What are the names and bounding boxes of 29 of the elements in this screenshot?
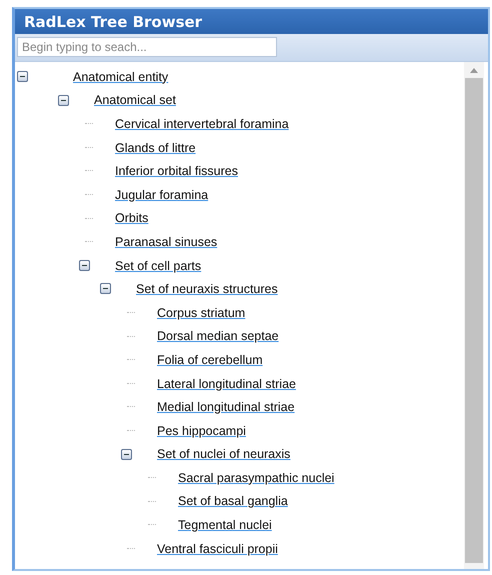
collapse-icon[interactable] bbox=[79, 260, 90, 271]
tree-node-link[interactable]: Anatomical set bbox=[94, 93, 176, 108]
tree-node-link[interactable]: Set of cell parts bbox=[115, 258, 202, 273]
tree-node-link[interactable]: Set of nuclei of neuraxis bbox=[157, 447, 290, 462]
tree-node-link[interactable]: Dorsal median septae bbox=[157, 329, 279, 344]
collapse-icon[interactable] bbox=[100, 283, 111, 294]
collapse-icon[interactable] bbox=[121, 448, 132, 460]
scroll-up-icon[interactable] bbox=[470, 68, 478, 73]
collapse-icon[interactable] bbox=[17, 71, 28, 82]
tree-node-link[interactable]: Corpus striatum bbox=[157, 306, 246, 320]
tree-node-link[interactable]: Tegmental nuclei bbox=[178, 518, 272, 532]
tree-node-link[interactable]: Anatomical entity bbox=[73, 70, 168, 84]
tree-node-link[interactable]: Paranasal sinuses bbox=[115, 234, 218, 249]
tree-node-link[interactable]: Sacral parasympathic nuclei bbox=[178, 470, 334, 485]
tree-node-link[interactable]: Cervical intervertebral foramina bbox=[115, 116, 289, 131]
tree-node-link[interactable]: Set of neuraxis structures bbox=[136, 282, 278, 296]
tree-node-link[interactable]: Pes hippocampi bbox=[157, 424, 246, 438]
tree-node-link[interactable]: Set of basal ganglia bbox=[178, 494, 288, 508]
tree-node-link[interactable]: Orbits bbox=[115, 211, 148, 226]
panel-title: RadLex Tree Browser bbox=[15, 9, 488, 34]
tree-node-link[interactable]: Jugular foramina bbox=[115, 188, 208, 202]
tree-node-link[interactable]: Lateral longitudinal striae bbox=[157, 376, 296, 391]
tree-node-link[interactable]: Inferior orbital fissures bbox=[115, 164, 238, 178]
collapse-icon[interactable] bbox=[58, 94, 69, 106]
tree-node-link[interactable]: Ventral fasciculi propii bbox=[157, 542, 278, 556]
tree-node-link[interactable]: Glands of littre bbox=[115, 140, 196, 155]
search-field[interactable]: Begin typing to seach... bbox=[17, 37, 277, 57]
tree-node-link[interactable]: Folia of cerebellum bbox=[157, 352, 263, 367]
tree-node-link[interactable]: Medial longitudinal striae bbox=[157, 400, 295, 414]
